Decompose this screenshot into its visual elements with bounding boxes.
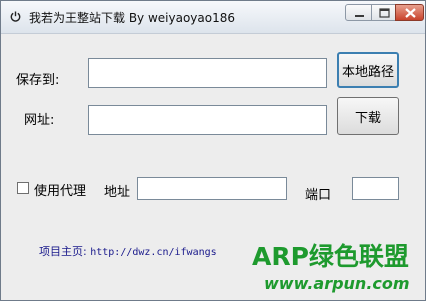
window-title: 我若为王整站下载 By weiyaoyao186: [29, 11, 235, 25]
proxy-address-input[interactable]: [137, 177, 287, 200]
proxy-port-input[interactable]: [352, 177, 399, 200]
url-input[interactable]: [88, 105, 327, 135]
download-button[interactable]: 下载: [337, 97, 399, 135]
save-to-label: 保存到:: [16, 73, 60, 88]
homepage-link[interactable]: http://dwz.cn/ifwangs: [90, 247, 216, 258]
minimize-button[interactable]: [345, 4, 372, 21]
proxy-checkbox[interactable]: [17, 182, 29, 194]
maximize-button[interactable]: [371, 4, 396, 21]
url-label: 网址:: [24, 113, 55, 128]
save-path-input[interactable]: [88, 58, 327, 88]
watermark-title: ARP绿色联盟: [252, 242, 409, 271]
browse-button[interactable]: 本地路径: [337, 52, 399, 88]
close-icon: [405, 8, 416, 18]
proxy-port-label: 端口: [305, 188, 332, 203]
proxy-checkbox-label[interactable]: 使用代理: [34, 180, 86, 199]
title-bar: 我若为王整站下载 By weiyaoyao186: [1, 1, 425, 34]
watermark-url: www.arpun.com: [264, 274, 410, 293]
homepage-label: 项目主页:: [39, 245, 87, 258]
power-icon: [10, 11, 21, 22]
proxy-address-label: 地址: [104, 185, 131, 200]
minimize-icon: [355, 15, 364, 17]
app-window: 我若为王整站下载 By weiyaoyao186 保存到: 本地路径 网址: 下…: [0, 0, 426, 301]
close-button[interactable]: [395, 4, 424, 21]
homepage-line: 项目主页: http://dwz.cn/ifwangs: [39, 243, 217, 259]
maximize-icon: [379, 8, 390, 18]
